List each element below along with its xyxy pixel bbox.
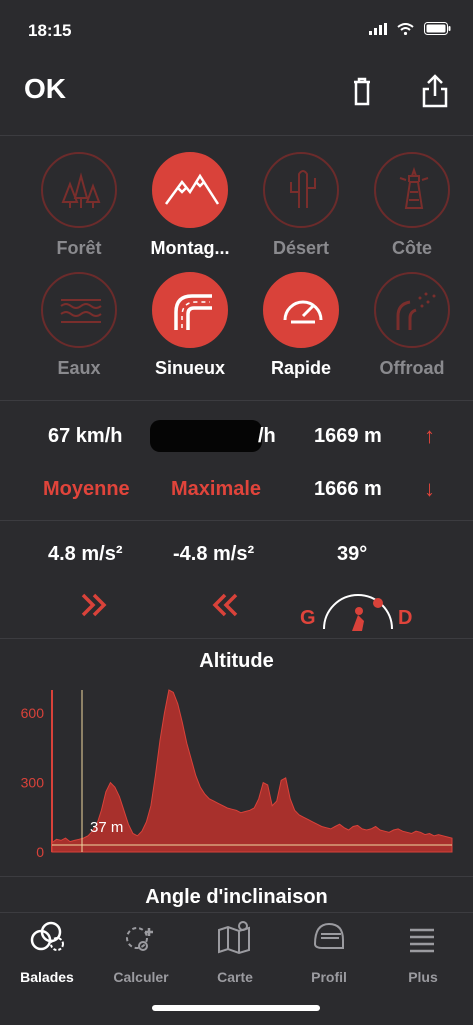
category-label: Forêt bbox=[56, 238, 102, 258]
y-tick-label: 600 bbox=[21, 705, 45, 721]
offroad-icon bbox=[396, 292, 436, 330]
cactus-icon bbox=[290, 170, 316, 208]
redacted-scribble bbox=[150, 420, 262, 452]
calculate-icon bbox=[126, 927, 153, 951]
trash-icon bbox=[354, 77, 370, 106]
category-label: Eaux bbox=[57, 358, 101, 378]
acceleration-chevrons-icon bbox=[80, 590, 110, 625]
divider bbox=[0, 638, 473, 639]
category-icon-circle bbox=[41, 152, 117, 228]
category-icon-circle bbox=[152, 152, 228, 228]
tab-profil[interactable]: Profil bbox=[284, 918, 374, 985]
category-désert[interactable]: Désert bbox=[246, 152, 356, 259]
tab-label: Carte bbox=[217, 969, 253, 985]
category-label: Rapide bbox=[270, 358, 331, 378]
category-icon-circle bbox=[374, 272, 450, 348]
max-speed-value: /h bbox=[258, 425, 276, 447]
y-tick-label: 300 bbox=[21, 775, 45, 791]
wifi-icon bbox=[397, 22, 414, 40]
battery-icon bbox=[424, 22, 451, 40]
category-label: Sinueux bbox=[154, 358, 225, 378]
category-offroad[interactable]: Offroad bbox=[357, 272, 467, 379]
category-label: Montag... bbox=[150, 238, 230, 258]
status-icons bbox=[369, 22, 451, 40]
deceleration-value: -4.8 m/s² bbox=[173, 543, 255, 565]
altitude-max-value: 1669 m bbox=[314, 425, 382, 447]
y-tick-label: 0 bbox=[36, 844, 44, 860]
tab-calculer[interactable]: Calculer bbox=[96, 918, 186, 985]
lean-gauge-icon bbox=[318, 585, 398, 638]
tab-label: Profil bbox=[311, 969, 347, 985]
category-forêt[interactable]: Forêt bbox=[24, 152, 134, 259]
category-côte[interactable]: Côte bbox=[357, 152, 467, 259]
winding-road-icon bbox=[174, 294, 212, 330]
share-icon bbox=[422, 74, 448, 108]
category-label: Offroad bbox=[379, 358, 445, 378]
category-label: Côte bbox=[392, 238, 432, 258]
altitude-min-value: 1666 m bbox=[314, 478, 382, 500]
cursor-value-label: 37 m bbox=[90, 819, 123, 836]
divider bbox=[0, 400, 473, 401]
max-speed-label: Maximale bbox=[171, 478, 262, 500]
avg-speed-label: Moyenne bbox=[43, 478, 130, 500]
tab-label: Plus bbox=[408, 969, 438, 985]
category-rapide[interactable]: Rapide bbox=[246, 272, 356, 379]
lean-left-label: G bbox=[300, 607, 316, 629]
signal-icon bbox=[369, 22, 387, 40]
share-button[interactable] bbox=[418, 72, 452, 112]
speedometer-icon bbox=[283, 300, 323, 324]
home-indicator[interactable] bbox=[152, 1005, 320, 1011]
tab-carte[interactable]: Carte bbox=[190, 918, 280, 985]
lighthouse-icon bbox=[399, 166, 429, 209]
waves-icon bbox=[60, 299, 102, 323]
map-icon bbox=[218, 921, 250, 955]
acceleration-value: 4.8 m/s² bbox=[48, 543, 123, 565]
category-label: Désert bbox=[272, 238, 330, 258]
lean-angle-title: Angle d'inclinaison bbox=[145, 886, 328, 908]
divider bbox=[0, 876, 473, 877]
deceleration-chevrons-icon bbox=[209, 590, 239, 625]
category-eaux[interactable]: Eaux bbox=[24, 272, 134, 379]
status-time: 18:15 bbox=[28, 21, 72, 40]
lean-angle-value: 39° bbox=[337, 543, 368, 565]
tab-label: Balades bbox=[20, 969, 74, 985]
mountain-icon bbox=[164, 173, 220, 205]
category-icon-circle bbox=[41, 272, 117, 348]
category-icon-circle bbox=[263, 272, 339, 348]
lean-right-label: D bbox=[398, 607, 413, 629]
page-title: OK bbox=[24, 73, 66, 104]
divider bbox=[0, 135, 473, 136]
category-montag[interactable]: Montag... bbox=[135, 152, 245, 259]
arrow-up-icon: ↑ bbox=[424, 423, 435, 448]
delete-button[interactable] bbox=[345, 72, 379, 112]
tab-plus[interactable]: Plus bbox=[378, 918, 468, 985]
category-icon-circle bbox=[374, 152, 450, 228]
altitude-title: Altitude bbox=[199, 650, 274, 672]
menu-icon bbox=[410, 928, 434, 953]
divider bbox=[0, 520, 473, 521]
trees-icon bbox=[61, 172, 101, 208]
category-icon-circle bbox=[263, 152, 339, 228]
altitude-chart[interactable]: 0 300 600 37 m bbox=[0, 680, 473, 865]
helmet-icon bbox=[313, 922, 344, 949]
tab-balades[interactable]: Balades bbox=[2, 918, 92, 985]
tab-label: Calculer bbox=[113, 969, 169, 985]
balades-icon bbox=[30, 921, 64, 951]
category-sinueux[interactable]: Sinueux bbox=[135, 272, 245, 379]
arrow-down-icon: ↓ bbox=[424, 476, 435, 501]
avg-speed-value: 67 km/h bbox=[48, 425, 123, 447]
category-icon-circle bbox=[152, 272, 228, 348]
